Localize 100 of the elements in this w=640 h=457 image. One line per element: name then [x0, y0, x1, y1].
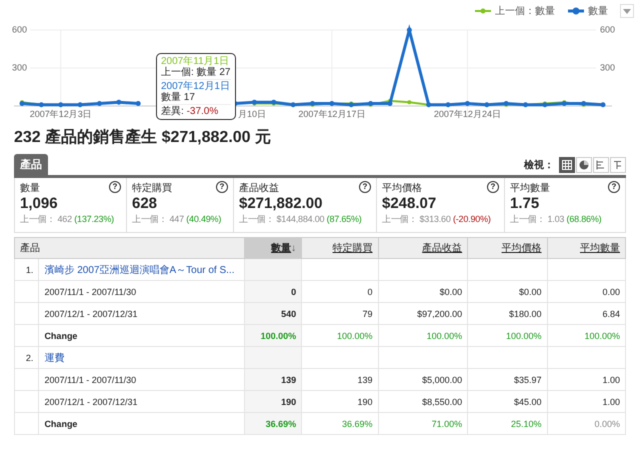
previous-value: 上一個： $144,884.00	[239, 214, 324, 224]
tooltip-date: 2007年12月1日	[161, 81, 231, 92]
dropdown-button[interactable]	[620, 4, 634, 18]
change-cell: 100.00%	[244, 324, 302, 346]
table-cell: $35.97	[468, 368, 548, 390]
table-cell: 1.00	[547, 368, 626, 390]
change-cell: 25.10%	[468, 412, 548, 434]
legend-label: 數量	[588, 5, 608, 18]
table-cell: 1.00	[547, 390, 626, 412]
table-cell: 139	[244, 368, 302, 390]
legend-line-icon	[567, 7, 585, 15]
table-cell: 79	[302, 302, 378, 324]
table-cell: 0	[244, 280, 302, 302]
tooltip-diff-label: 差異:	[161, 106, 184, 117]
table-cell: $45.00	[468, 390, 548, 412]
view-label: 檢視：	[524, 158, 554, 172]
table-cell: 0	[302, 280, 378, 302]
product-link[interactable]: 運費	[44, 352, 64, 364]
change-cell: 100.00%	[378, 324, 468, 346]
headline: 232 產品的銷售產生 $271,882.00 元	[14, 128, 272, 148]
column-header[interactable]: 平均價格	[468, 238, 548, 258]
table-cell: 139	[302, 368, 378, 390]
table-cell: $0.00	[468, 280, 548, 302]
previous-value: 上一個： 462	[20, 214, 72, 224]
date-range-cell: 2007/11/1 - 2007/11/30	[38, 280, 245, 302]
help-icon[interactable]: ?	[608, 181, 620, 193]
row-number: 1.	[14, 258, 39, 280]
change-cell: 100.00%	[302, 324, 378, 346]
table-cell: 6.84	[547, 302, 626, 324]
metric-value: 1.75	[510, 195, 540, 213]
metric-label: 平均數量	[510, 182, 550, 195]
legend-label: 上一個：數量	[495, 4, 555, 18]
tooltip-value: 數量 17	[161, 92, 231, 105]
tree-icon	[613, 160, 623, 170]
metric-label: 平均價格	[382, 182, 422, 195]
row-number: 2.	[14, 346, 39, 368]
change-percent: (137.23%)	[74, 214, 114, 224]
column-header[interactable]: 數量↓	[244, 238, 302, 258]
metric-value: 1,096	[20, 195, 59, 213]
x-tick-label: 2007年12月17日	[298, 109, 366, 119]
table-cell: 540	[244, 302, 302, 324]
help-icon[interactable]: ?	[359, 181, 371, 193]
column-header[interactable]: 特定購買	[302, 238, 378, 258]
tooltip-date: 2007年11月1日	[161, 56, 230, 67]
date-range-cell: 2007/12/1 - 2007/12/31	[38, 302, 245, 324]
y-tick-label: 600	[12, 24, 28, 34]
y-tick-label: 600	[600, 24, 616, 34]
x-tick-label: 2007年12月24日	[434, 109, 501, 119]
change-cell: 100.00%	[468, 324, 548, 346]
change-cell: 0.00%	[547, 412, 626, 434]
table-cell: $97,200.00	[378, 302, 468, 324]
previous-value: 上一個： 1.03	[510, 214, 564, 224]
products-tab[interactable]: 產品	[14, 154, 48, 175]
change-label-cell: Change	[38, 412, 245, 434]
change-cell: 100.00%	[547, 324, 626, 346]
bar-list-icon	[596, 160, 606, 170]
point	[406, 28, 412, 32]
table-cell: 190	[244, 390, 302, 412]
change-percent: (87.65%)	[326, 214, 362, 224]
help-icon[interactable]: ?	[216, 181, 228, 193]
table-cell: 190	[302, 390, 378, 412]
y-tick-label: 300	[12, 62, 28, 72]
column-header[interactable]: 產品收益	[378, 238, 468, 258]
tooltip-value: 上一個: 數量 27	[161, 67, 231, 80]
column-header[interactable]: 平均數量	[547, 238, 626, 258]
date-range-cell: 2007/11/1 - 2007/11/30	[38, 368, 245, 390]
metric-value: $271,882.00	[239, 195, 324, 213]
table-cell: $180.00	[468, 302, 548, 324]
y-tick-label: 300	[600, 62, 616, 72]
change-percent: (68.86%)	[566, 214, 602, 224]
table-cell: $5,000.00	[378, 368, 468, 390]
table-cell: $0.00	[378, 280, 468, 302]
column-header[interactable]: 產品	[14, 238, 245, 258]
grid-icon	[562, 160, 572, 170]
previous-value: 上一個： $313.60	[382, 214, 451, 224]
tooltip-diff-value: -37.0%	[186, 106, 218, 117]
help-icon[interactable]: ?	[487, 181, 499, 193]
table-cell: 0.00	[547, 280, 626, 302]
view-button[interactable]	[559, 157, 575, 173]
previous-value: 上一個： 447	[132, 214, 184, 224]
metric-label: 數量	[20, 182, 40, 195]
change-percent: (40.49%)	[186, 214, 222, 224]
change-percent: (-20.90%)	[452, 214, 491, 224]
metric-label: 特定購買	[132, 182, 172, 195]
legend-line-icon	[474, 7, 492, 15]
change-label-cell: Change	[38, 324, 245, 346]
help-icon[interactable]: ?	[109, 181, 121, 193]
caret-icon	[623, 8, 631, 14]
table-cell: $8,550.00	[378, 390, 468, 412]
x-tick-label: 2007年12月3日	[30, 109, 92, 119]
pie-icon	[579, 160, 589, 170]
point	[407, 100, 412, 104]
date-range-cell: 2007/12/1 - 2007/12/31	[38, 390, 245, 412]
change-cell: 36.69%	[302, 412, 378, 434]
metric-label: 產品收益	[239, 182, 279, 195]
metric-value: 628	[132, 195, 158, 213]
change-cell: 71.00%	[378, 412, 468, 434]
metric-value: $248.07	[382, 195, 438, 213]
change-cell: 36.69%	[244, 412, 302, 434]
x-tick-label: 月10日	[238, 109, 266, 119]
